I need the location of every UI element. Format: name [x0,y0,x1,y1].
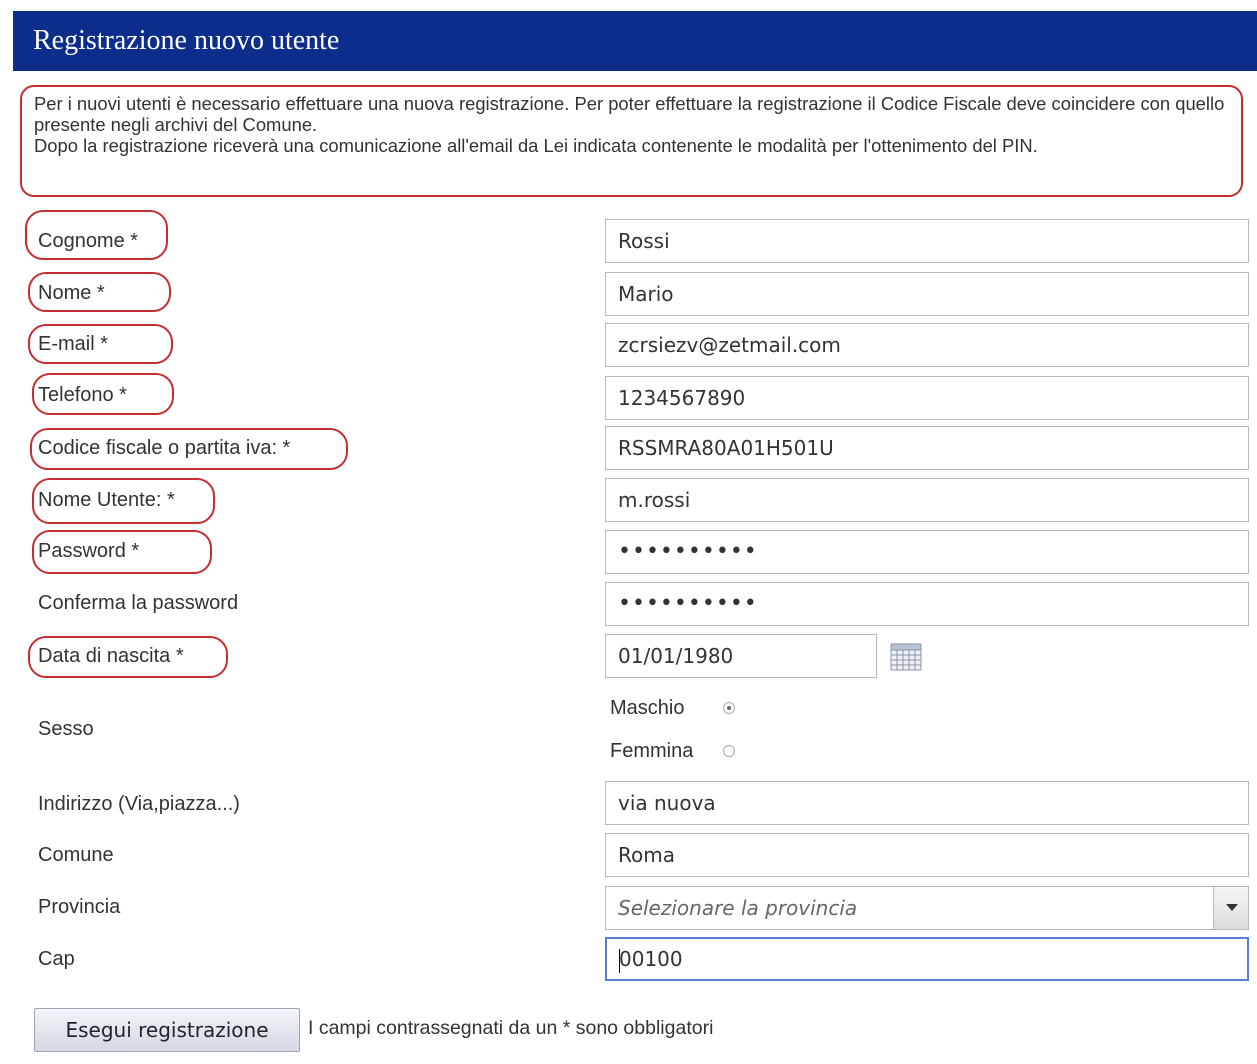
cognome-field[interactable]: Rossi [605,219,1249,263]
cap-field[interactable]: 00100 [605,937,1249,981]
codice-fiscale-label: Codice fiscale o partita iva: * [38,437,291,459]
maschio-radio[interactable] [723,702,735,714]
comune-label: Comune [38,844,114,866]
femmina-label: Femmina [610,740,694,762]
comune-field[interactable]: Roma [605,833,1249,877]
codice-fiscale-field[interactable]: RSSMRA80A01H501U [605,426,1249,470]
cap-label: Cap [38,948,75,970]
cap-value: 00100 [619,947,683,971]
email-label: E-mail * [38,333,109,355]
conferma-password-field[interactable]: •••••••••• [605,582,1249,626]
chevron-down-icon[interactable] [1213,886,1249,930]
telefono-field[interactable]: 1234567890 [605,376,1249,420]
provincia-label: Provincia [38,896,121,918]
sesso-label: Sesso [38,718,94,740]
data-nascita-label: Data di nascita * [38,645,184,667]
password-label: Password * [38,540,140,562]
nome-utente-field[interactable]: m.rossi [605,478,1249,522]
calendar-icon[interactable] [890,643,922,671]
intro-paragraph-2: Dopo la registrazione riceverà una comun… [34,135,1038,156]
indirizzo-field[interactable]: via nuova [605,781,1249,825]
telefono-label: Telefono * [38,384,127,406]
provincia-placeholder: Selezionare la provincia [618,896,858,920]
provincia-select[interactable]: Selezionare la provincia [605,886,1249,930]
page-header: Registrazione nuovo utente [13,11,1257,71]
data-nascita-field[interactable]: 01/01/1980 [605,634,877,678]
indirizzo-label: Indirizzo (Via,piazza...) [38,793,240,815]
nome-utente-label: Nome Utente: * [38,489,175,511]
email-field[interactable]: zcrsiezv@zetmail.com [605,323,1249,367]
conferma-password-label: Conferma la password [38,592,239,614]
intro-notice: Per i nuovi utenti è necessario effettua… [20,85,1243,197]
maschio-label: Maschio [610,697,685,719]
cognome-label: Cognome * [38,230,139,252]
femmina-radio[interactable] [723,745,735,757]
required-fields-note: I campi contrassegnati da un * sono obbl… [308,1017,714,1039]
esegui-registrazione-button[interactable]: Esegui registrazione [34,1008,300,1052]
intro-paragraph-1: Per i nuovi utenti è necessario effettua… [34,93,1225,135]
page-title: Registrazione nuovo utente [33,25,340,56]
password-field[interactable]: •••••••••• [605,530,1249,574]
nome-field[interactable]: Mario [605,272,1249,316]
nome-label: Nome * [38,282,105,304]
